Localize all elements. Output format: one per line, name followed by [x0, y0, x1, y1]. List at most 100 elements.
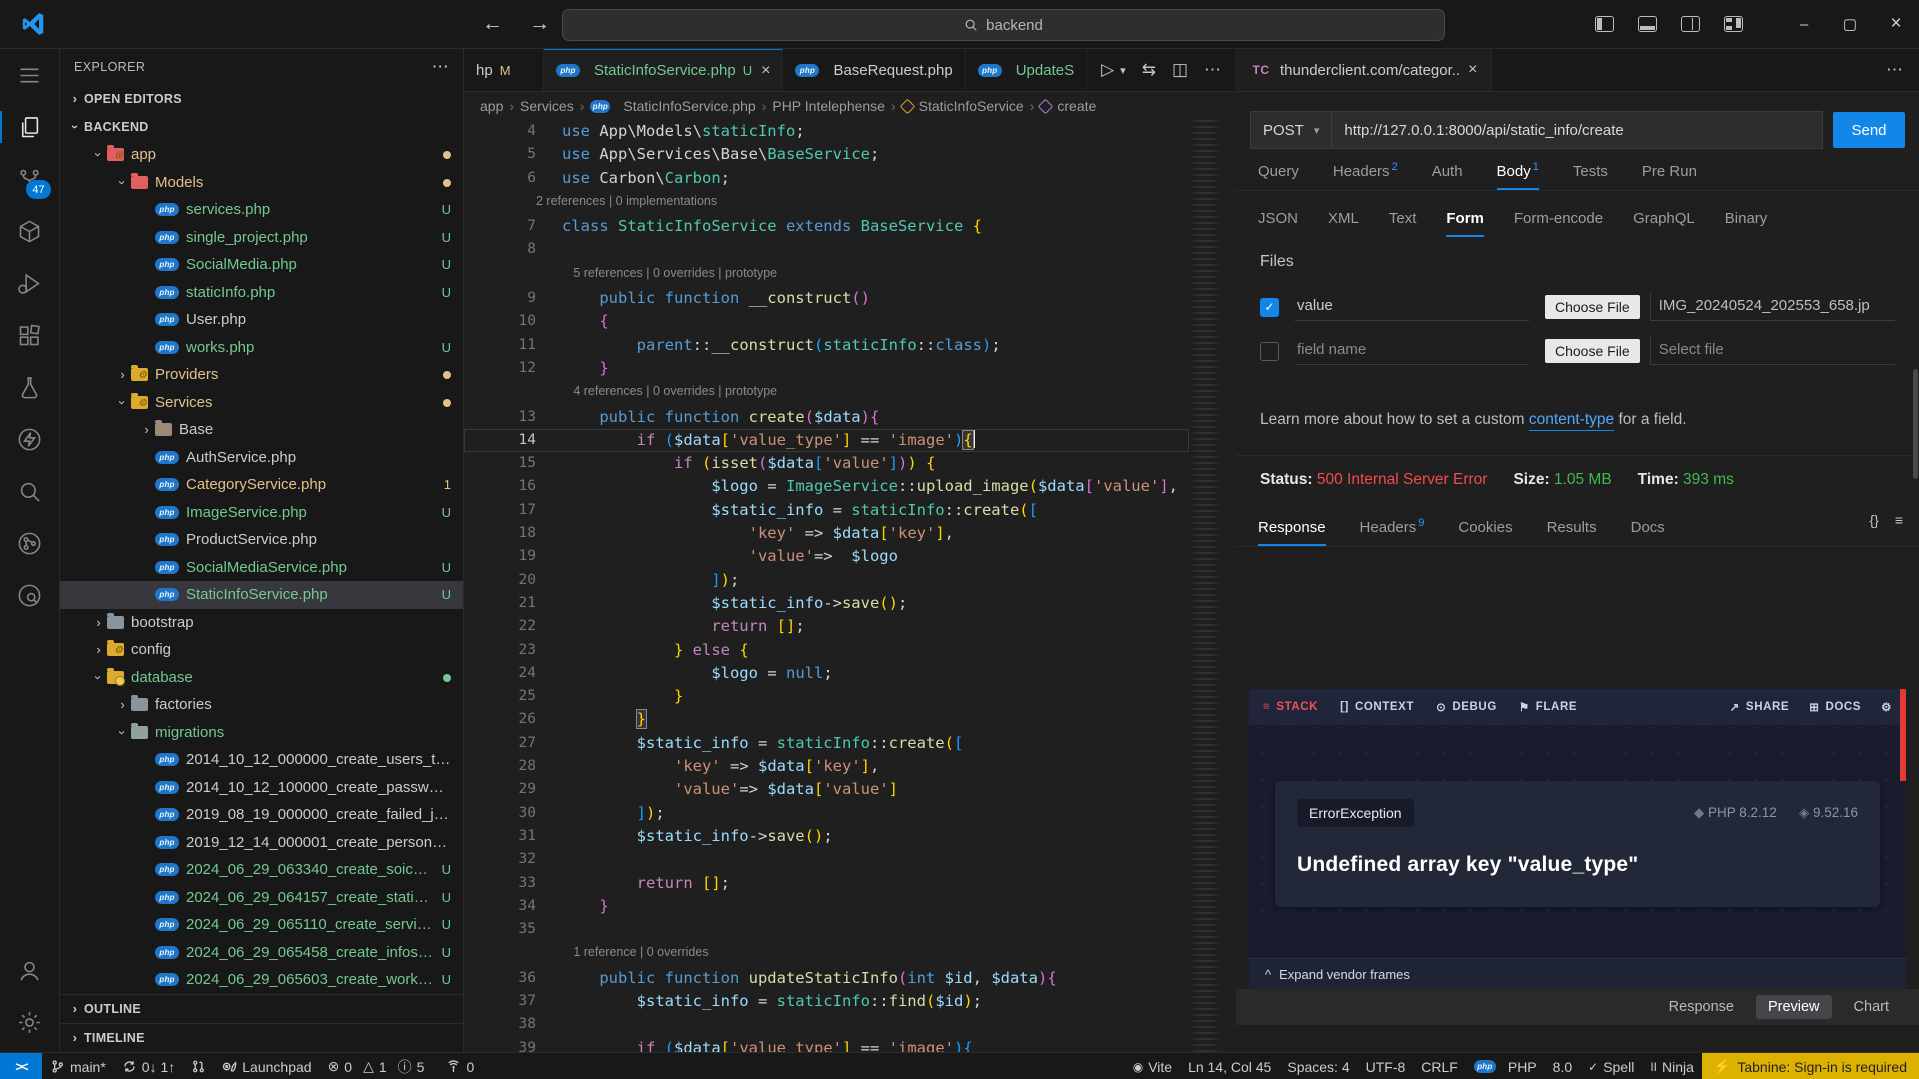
window-close-button[interactable]: × [1873, 0, 1919, 48]
tree-item[interactable]: phpProductService.php [60, 526, 463, 554]
tree-item[interactable]: ›database [60, 664, 463, 692]
nav-back-button[interactable]: ← [482, 12, 503, 36]
statusbar-item[interactable]: IINinja [1642, 1053, 1702, 1079]
outline-section[interactable]: ›OUTLINE [60, 994, 463, 1023]
tree-item[interactable]: php2024_06_29_063340_create_soical_m...U [60, 856, 463, 884]
request-tab-headers[interactable]: Headers2 [1333, 161, 1398, 190]
checkbox[interactable] [1260, 342, 1279, 361]
body-tab-binary[interactable]: Binary [1725, 210, 1768, 237]
tree-item[interactable]: phpSocialMedia.phpU [60, 251, 463, 279]
tree-item[interactable]: php2019_12_14_000001_create_personal_acc… [60, 829, 463, 857]
breadcrumb-item[interactable]: Services [520, 98, 574, 114]
tree-item[interactable]: ›Models [60, 169, 463, 197]
statusbar-sync[interactable]: 0↓ 1↑ [114, 1053, 183, 1079]
tree-item[interactable]: ›⚙Providers [60, 361, 463, 389]
ignition-debug-tab[interactable]: ⊙DEBUG [1436, 700, 1497, 714]
response-tab-cookies[interactable]: Cookies [1458, 519, 1512, 546]
codelens[interactable]: 1 reference | 0 overrides [464, 941, 1189, 966]
tree-item[interactable]: phpImageService.phpU [60, 499, 463, 527]
open-editors-section[interactable]: ›OPEN EDITORS [60, 85, 463, 113]
editor-tab[interactable]: phpStaticInfoService.phpU× [544, 49, 783, 91]
request-tab-body[interactable]: Body1 [1497, 161, 1539, 190]
error-scrollbar[interactable] [1900, 689, 1906, 781]
activity-menu-icon[interactable] [0, 49, 59, 101]
body-tab-xml[interactable]: XML [1328, 210, 1359, 237]
activity-testing-icon[interactable] [0, 361, 59, 413]
panel-more-actions-icon[interactable]: ⋯ [1870, 60, 1919, 80]
body-tab-form-encode[interactable]: Form-encode [1514, 210, 1603, 237]
split-editor-icon[interactable]: ◫ [1172, 60, 1188, 80]
window-maximize-button[interactable]: ▢ [1827, 0, 1873, 48]
response-tab-docs[interactable]: Docs [1631, 519, 1665, 546]
run-icon[interactable]: ▷ [1101, 60, 1114, 80]
toggle-panel-icon[interactable] [1638, 16, 1657, 32]
minimap[interactable] [1189, 120, 1221, 1052]
activity-git-graph-icon[interactable] [0, 517, 59, 569]
body-tab-form[interactable]: Form [1446, 210, 1484, 237]
tree-item[interactable]: phpCategoryService.php1 [60, 471, 463, 499]
statusbar-item[interactable]: 8.0 [1545, 1053, 1580, 1079]
body-tab-text[interactable]: Text [1389, 210, 1417, 237]
codelens[interactable]: 2 references | 0 implementations [464, 190, 1189, 215]
tree-item[interactable]: php2014_10_12_100000_create_password_res… [60, 774, 463, 802]
view-preview-button[interactable]: Preview [1756, 995, 1832, 1019]
choose-file-button[interactable]: Choose File [1545, 339, 1640, 363]
ignition-stack-tab[interactable]: ≡STACK [1263, 701, 1318, 713]
statusbar-item[interactable]: ◉Vite [1125, 1053, 1180, 1079]
expand-vendor-frames[interactable]: ^ Expand vendor frames [1249, 958, 1906, 989]
activity-package-icon[interactable] [0, 205, 59, 257]
codelens[interactable]: 5 references | 0 overrides | prototype [464, 262, 1189, 287]
body-tab-json[interactable]: JSON [1258, 210, 1298, 237]
content-type-link[interactable]: content-type [1529, 411, 1614, 431]
statusbar-branch[interactable]: main* [42, 1053, 114, 1079]
ignition-settings-button[interactable]: ⚙ [1881, 700, 1892, 714]
statusbar-item[interactable]: phpPHP [1466, 1053, 1545, 1079]
filter-menu-icon[interactable]: ≡ [1895, 512, 1903, 528]
customize-layout-icon[interactable] [1724, 16, 1743, 32]
tree-item[interactable]: php2024_06_29_065603_create_works_ta...U [60, 966, 463, 994]
statusbar-item[interactable]: UTF-8 [1358, 1053, 1414, 1079]
more-actions-icon[interactable]: ⋯ [1204, 60, 1221, 80]
http-method-select[interactable]: POST▾ [1250, 111, 1331, 149]
breadcrumb-item[interactable]: PHP Intelephense [772, 98, 885, 114]
request-tab-tests[interactable]: Tests [1573, 163, 1608, 190]
field-name-input[interactable]: field name [1295, 337, 1529, 365]
statusbar-broadcast[interactable]: 0 [438, 1053, 482, 1079]
panel-scrollbar[interactable] [1913, 369, 1918, 479]
view-chart-button[interactable]: Chart [1842, 995, 1901, 1019]
tree-item[interactable]: phpsingle_project.phpU [60, 224, 463, 252]
codelens[interactable]: 4 references | 0 overrides | prototype [464, 380, 1189, 405]
activity-account-icon[interactable] [0, 944, 59, 996]
editor-tab[interactable]: phpBaseRequest.php [783, 49, 965, 91]
tree-item[interactable]: phpStaticInfoService.phpU [60, 581, 463, 609]
ignition-share-button[interactable]: ↗SHARE [1730, 700, 1790, 714]
remote-indicator[interactable]: >< [0, 1053, 42, 1079]
code-editor[interactable]: 4use App\Models\staticInfo;5use App\Serv… [464, 120, 1189, 1052]
editor-tab[interactable]: hpM [464, 49, 544, 91]
view-response-button[interactable]: Response [1657, 995, 1746, 1019]
tree-item[interactable]: php2014_10_12_000000_create_users_table.… [60, 746, 463, 774]
chevron-down-icon[interactable]: ▾ [1120, 64, 1126, 77]
activity-settings-gear-icon[interactable] [0, 996, 59, 1048]
body-tab-graphql[interactable]: GraphQL [1633, 210, 1695, 237]
ignition-context-tab[interactable]: []CONTEXT [1340, 701, 1414, 713]
statusbar-launchpad[interactable]: Launchpad [214, 1053, 319, 1079]
checkbox[interactable] [1260, 298, 1279, 317]
response-tab-response[interactable]: Response [1258, 519, 1326, 546]
ignition-flare-tab[interactable]: ⚑FLARE [1519, 700, 1577, 714]
request-tab-query[interactable]: Query [1258, 163, 1299, 190]
explorer-more-actions-icon[interactable]: ⋯ [432, 57, 449, 77]
choose-file-button[interactable]: Choose File [1545, 295, 1640, 319]
braces-icon[interactable]: {} [1869, 512, 1878, 528]
breadcrumb-item[interactable]: app [480, 98, 503, 114]
tree-item[interactable]: php2019_08_19_000000_create_failed_jobs_… [60, 801, 463, 829]
tree-item[interactable]: ›Base [60, 416, 463, 444]
tree-item[interactable]: phpAuthService.php [60, 444, 463, 472]
activity-thunder-client-icon[interactable] [0, 413, 59, 465]
tree-item[interactable]: phpSocialMediaService.phpU [60, 554, 463, 582]
timeline-section[interactable]: ›TIMELINE [60, 1023, 463, 1052]
request-tab-auth[interactable]: Auth [1432, 163, 1463, 190]
open-changes-icon[interactable]: ⇆ [1142, 60, 1156, 80]
request-url-input[interactable]: http://127.0.0.1:8000/api/static_info/cr… [1331, 111, 1823, 149]
breadcrumb-item[interactable]: StaticInfoService [919, 98, 1024, 114]
